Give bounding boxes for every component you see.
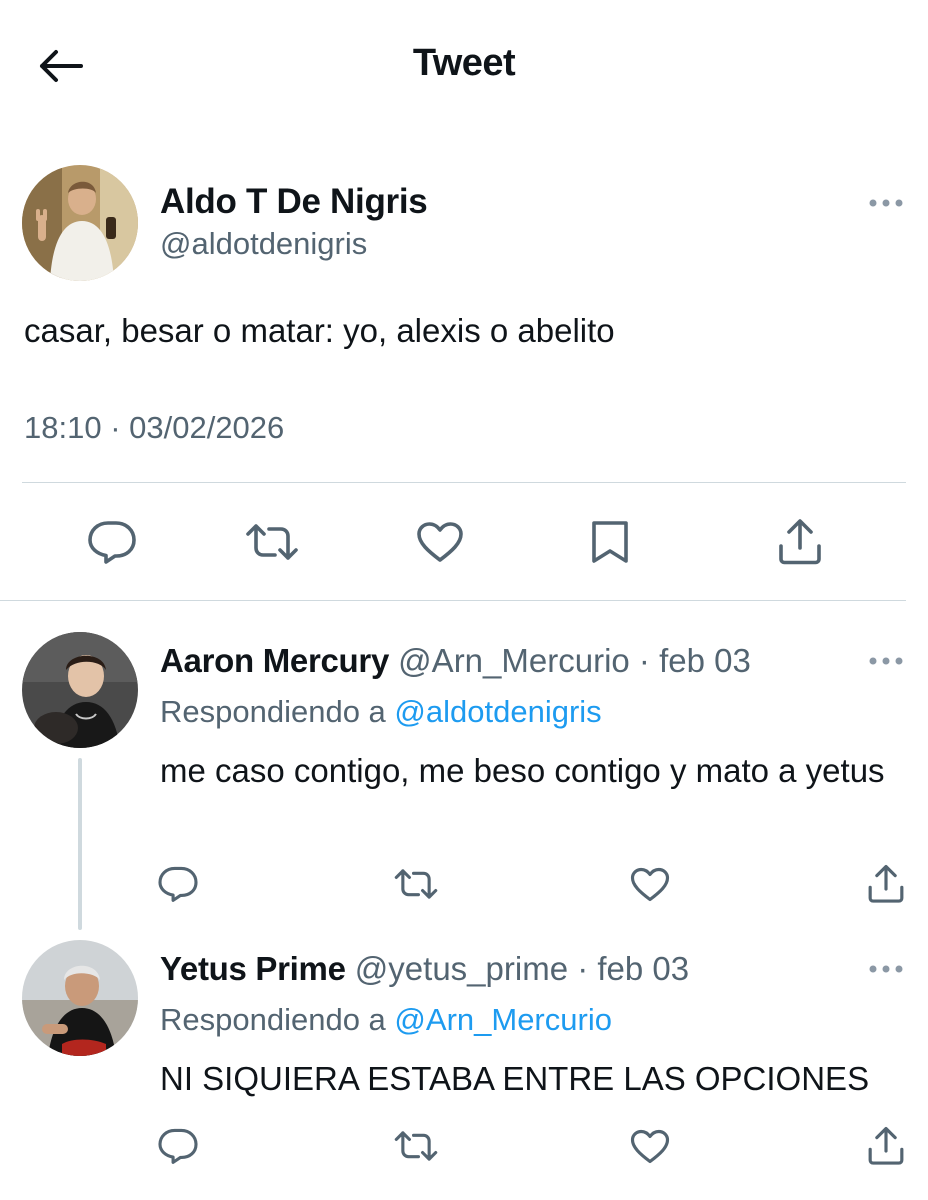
reply-icon bbox=[158, 1128, 198, 1164]
reply-button[interactable] bbox=[148, 854, 208, 914]
page-title: Tweet bbox=[412, 42, 516, 84]
thread-connector bbox=[78, 758, 82, 930]
reply-more-button[interactable] bbox=[866, 646, 906, 676]
share-icon bbox=[866, 1126, 906, 1166]
reply-button[interactable] bbox=[148, 1116, 208, 1176]
share-button[interactable] bbox=[856, 1116, 916, 1176]
reply-text: NI SIQUIERA ESTABA ENTRE LAS OPCIONES bbox=[160, 1060, 870, 1097]
reply-icon bbox=[88, 520, 136, 564]
heart-icon bbox=[630, 1129, 670, 1164]
reply-header: Aaron Mercury @Arn_Mercurio · feb 03 bbox=[160, 642, 751, 680]
retweet-button[interactable] bbox=[386, 1116, 446, 1176]
share-icon bbox=[866, 864, 906, 904]
retweet-icon bbox=[244, 522, 300, 562]
reply-author-avatar[interactable] bbox=[22, 940, 138, 1056]
more-dots-icon bbox=[869, 199, 903, 207]
share-button[interactable] bbox=[856, 854, 916, 914]
share-icon bbox=[776, 518, 824, 566]
heart-icon bbox=[416, 521, 464, 563]
retweet-icon bbox=[393, 867, 439, 901]
replying-to-mention[interactable]: @Arn_Mercurio bbox=[394, 1002, 612, 1037]
reply-author-name[interactable]: Aaron Mercury bbox=[160, 642, 389, 679]
reply-header: Yetus Prime @yetus_prime · feb 03 bbox=[160, 950, 689, 988]
author-name[interactable]: Aldo T De Nigris bbox=[160, 182, 428, 222]
reply-icon bbox=[158, 866, 198, 902]
retweet-button[interactable] bbox=[386, 854, 446, 914]
retweet-icon bbox=[393, 1129, 439, 1163]
replying-to-mention[interactable]: @aldotdenigris bbox=[394, 694, 601, 729]
replying-prefix: Respondiendo a bbox=[160, 694, 395, 729]
reply-handle-date[interactable]: @Arn_Mercurio · feb 03 bbox=[389, 642, 751, 679]
bookmark-button[interactable] bbox=[578, 510, 642, 574]
like-button[interactable] bbox=[620, 1116, 680, 1176]
reply-handle-date[interactable]: @yetus_prime · feb 03 bbox=[346, 950, 689, 987]
reply-author-name[interactable]: Yetus Prime bbox=[160, 950, 346, 987]
tweet-text: casar, besar o matar: yo, alexis o abeli… bbox=[24, 312, 615, 349]
replying-to: Respondiendo a @Arn_Mercurio bbox=[160, 1002, 612, 1038]
heart-icon bbox=[630, 867, 670, 902]
reply-more-button[interactable] bbox=[866, 954, 906, 984]
more-options-button[interactable] bbox=[866, 188, 906, 218]
share-button[interactable] bbox=[768, 510, 832, 574]
author-avatar[interactable] bbox=[22, 165, 138, 281]
author-handle[interactable]: @aldotdenigris bbox=[160, 226, 367, 262]
more-dots-icon bbox=[869, 965, 903, 973]
tweet-actions bbox=[0, 510, 928, 580]
more-dots-icon bbox=[869, 657, 903, 665]
bookmark-icon bbox=[590, 520, 630, 564]
reply-author-avatar[interactable] bbox=[22, 632, 138, 748]
reply-text: me caso contigo, me beso contigo y mato … bbox=[160, 752, 885, 789]
divider bbox=[0, 600, 906, 601]
top-bar: Tweet bbox=[0, 0, 928, 130]
replying-prefix: Respondiendo a bbox=[160, 1002, 395, 1037]
divider bbox=[22, 482, 906, 483]
retweet-button[interactable] bbox=[240, 510, 304, 574]
replying-to: Respondiendo a @aldotdenigris bbox=[160, 694, 602, 730]
reply-button[interactable] bbox=[80, 510, 144, 574]
like-button[interactable] bbox=[620, 854, 680, 914]
like-button[interactable] bbox=[408, 510, 472, 574]
tweet-timestamp[interactable]: 18:10 · 03/02/2026 bbox=[24, 410, 284, 446]
